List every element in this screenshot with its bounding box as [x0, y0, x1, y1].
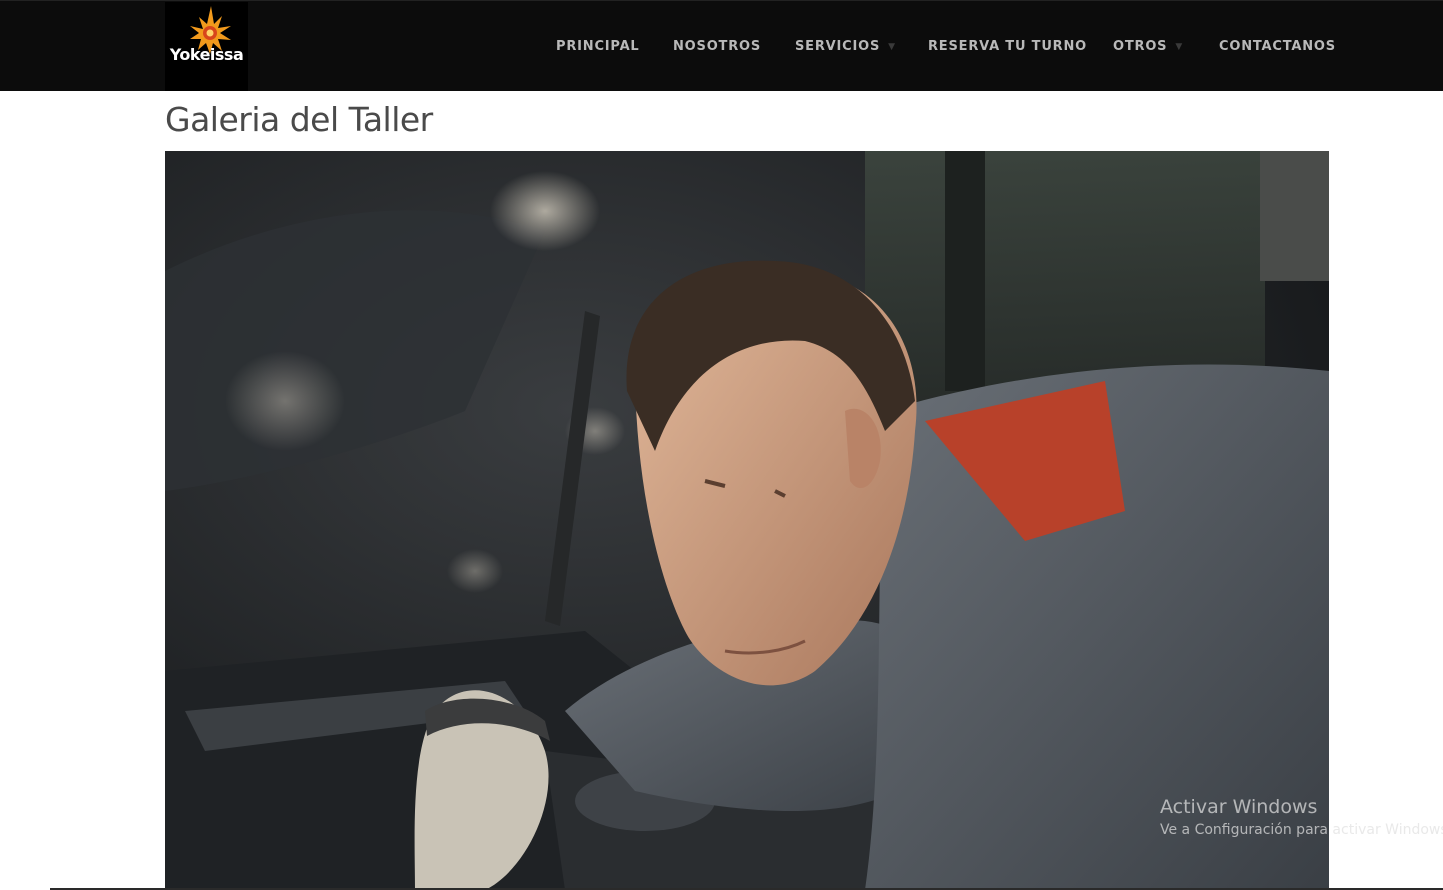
chevron-down-icon: ▼: [888, 42, 896, 52]
nav-item-servicios[interactable]: SERVICIOS ▼: [795, 39, 896, 57]
nav-label: NOSOTROS: [673, 39, 762, 54]
nav-item-reserva-tu-turno[interactable]: RESERVA TU TURNO: [928, 39, 1087, 57]
nav-label: CONTACTANOS: [1219, 39, 1336, 54]
nav-label: RESERVA TU TURNO: [928, 39, 1088, 54]
nav-item-nosotros[interactable]: NOSOTROS: [673, 39, 761, 57]
nav-label: PRINCIPAL: [556, 39, 640, 54]
main-nav: PRINCIPAL NOSOTROS SERVICIOS ▼ RESERVA TU…: [0, 1, 1443, 92]
photo-mechanic-icon: [165, 151, 1329, 890]
site-header: Yokeissa PRINCIPAL NOSOTROS SERVICIOS ▼ R…: [0, 0, 1443, 91]
nav-label: OTROS: [1113, 39, 1168, 54]
nav-item-contactanos[interactable]: CONTACTANOS: [1219, 39, 1336, 57]
nav-item-principal[interactable]: PRINCIPAL: [556, 39, 640, 57]
nav-item-otros[interactable]: OTROS ▼: [1113, 39, 1183, 57]
gallery-image[interactable]: [165, 151, 1329, 890]
nav-label: SERVICIOS: [795, 39, 881, 54]
chevron-down-icon: ▼: [1175, 42, 1184, 52]
page-title: Galeria del Taller: [165, 100, 433, 139]
